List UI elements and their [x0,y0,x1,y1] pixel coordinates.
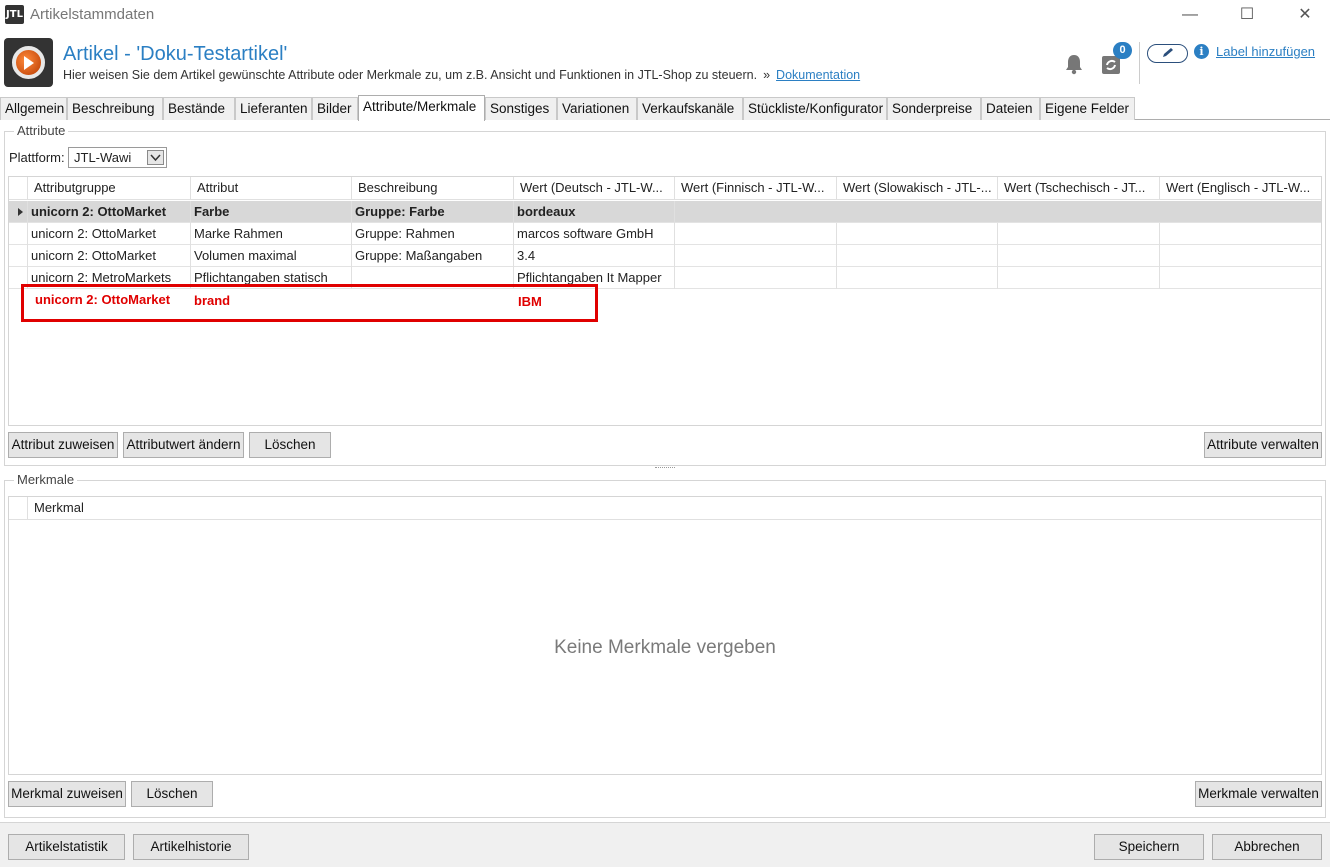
sync-count-badge: 0 [1113,42,1132,59]
highlight-wert: IBM [518,294,542,309]
column-header-wert-finnisch[interactable]: Wert (Finnisch - JTL-W... [675,177,837,199]
pencil-icon [1163,48,1173,57]
chevron-down-icon [150,154,161,162]
maximize-button[interactable]: ☐ [1232,4,1262,26]
cell-beschreibung: Gruppe: Farbe [352,201,514,223]
page-title: Artikel - 'Doku-Testartikel' [63,43,288,65]
table-row[interactable]: unicorn 2: OttoMarket Marke Rahmen Grupp… [9,223,1321,245]
tab-attribute-merkmale[interactable]: Attribute/Merkmale [358,95,485,121]
minimize-button[interactable]: — [1175,4,1205,26]
attribute-group-label: Attribute [14,123,69,138]
assign-merkmal-button[interactable]: Merkmal zuweisen [8,781,126,807]
tab-sonstiges[interactable]: Sonstiges [485,97,557,120]
tab-allgemein[interactable]: Allgemein [0,97,67,120]
tab-bilder[interactable]: Bilder [312,97,358,120]
row-indicator [9,245,28,267]
plattform-value: JTL-Wawi [74,150,132,165]
cell-attribut: Volumen maximal [191,245,352,267]
title-bar: JTL Artikelstammdaten — ☐ ✕ [0,0,1330,30]
cell-wert-finnisch [675,267,837,289]
plattform-label: Plattform: [9,150,65,165]
manage-merkmale-button[interactable]: Merkmale verwalten [1195,781,1322,807]
documentation-link[interactable]: Dokumentation [776,68,860,82]
tab-sonderpreise[interactable]: Sonderpreise [887,97,981,120]
cell-wert-tschechisch [998,267,1160,289]
table-row[interactable]: unicorn 2: OttoMarket Volumen maximal Gr… [9,245,1321,267]
cell-attributgruppe: unicorn 2: OttoMarket [28,223,191,245]
column-header-beschreibung[interactable]: Beschreibung [352,177,514,199]
highlight-attribut: brand [194,293,231,308]
row-indicator-header [9,177,28,199]
table-row[interactable]: unicorn 2: OttoMarket Farbe Gruppe: Farb… [9,201,1321,223]
panel-splitter[interactable] [655,467,675,470]
cell-wert-tschechisch [998,223,1160,245]
delete-merkmal-button[interactable]: Löschen [131,781,213,807]
tab-beschreibung[interactable]: Beschreibung [67,97,163,120]
cell-wert-deutsch: bordeaux [514,201,675,223]
close-button[interactable]: ✕ [1290,4,1320,26]
cell-wert-slowakisch [837,267,998,289]
article-statistics-button[interactable]: Artikelstatistik [8,834,125,860]
column-header-wert-deutsch[interactable]: Wert (Deutsch - JTL-W... [514,177,675,199]
cell-wert-slowakisch [837,223,998,245]
cell-wert-slowakisch [837,245,998,267]
column-header-attributgruppe[interactable]: Attributgruppe [28,177,191,199]
header-divider [1139,42,1140,84]
column-header-wert-slowakisch[interactable]: Wert (Slowakisch - JTL-... [837,177,998,199]
tab-bar: Allgemein Beschreibung Bestände Lieferan… [0,95,1330,121]
cell-beschreibung: Gruppe: Rahmen [352,223,514,245]
delete-attribute-button[interactable]: Löschen [249,432,331,458]
tab-eigene-felder[interactable]: Eigene Felder [1040,97,1135,120]
cell-beschreibung: Gruppe: Maßangaben [352,245,514,267]
add-label-link[interactable]: Label hinzufügen [1216,44,1315,59]
current-row-arrow-icon [18,208,23,216]
column-header-attribut[interactable]: Attribut [191,177,352,199]
tab-variationen[interactable]: Variationen [557,97,637,120]
column-header-wert-tschechisch[interactable]: Wert (Tschechisch - JT... [998,177,1160,199]
article-history-button[interactable]: Artikelhistorie [133,834,249,860]
cell-attributgruppe: unicorn 2: OttoMarket [28,245,191,267]
tab-dateien[interactable]: Dateien [981,97,1040,120]
page-subtitle: Hier weisen Sie dem Artikel gewünschte A… [63,68,860,82]
merkmale-grid-header: Merkmal [9,497,1321,520]
row-indicator [9,201,28,223]
cancel-button[interactable]: Abbrechen [1212,834,1322,860]
column-header-wert-englisch[interactable]: Wert (Englisch - JTL-W... [1160,177,1321,199]
notification-bell-icon[interactable] [1063,53,1085,75]
cell-wert-deutsch: marcos software GmbH [514,223,675,245]
tab-bestaende[interactable]: Bestände [163,97,235,120]
cell-attributgruppe: unicorn 2: OttoMarket [28,201,191,223]
tab-lieferanten[interactable]: Lieferanten [235,97,312,120]
cell-wert-deutsch: 3.4 [514,245,675,267]
cell-wert-tschechisch [998,245,1160,267]
tab-stueckliste-konfigurator[interactable]: Stückliste/Konfigurator [743,97,887,120]
assign-attribute-button[interactable]: Attribut zuweisen [8,432,118,458]
attribute-grid-header: Attributgruppe Attribut Beschreibung Wer… [9,177,1321,200]
edit-label-button[interactable] [1147,44,1188,63]
column-header-merkmal[interactable]: Merkmal [28,497,1321,519]
plattform-dropdown-button[interactable] [147,150,164,165]
save-button[interactable]: Speichern [1094,834,1204,860]
cell-wert-finnisch [675,223,837,245]
page-header: Artikel - 'Doku-Testartikel' Hier weisen… [0,30,1330,94]
cell-attribut: Marke Rahmen [191,223,352,245]
product-icon [4,38,53,87]
empty-state-text: Keine Merkmale vergeben [554,637,776,658]
plattform-select[interactable]: JTL-Wawi [68,147,167,168]
info-icon: i [1194,44,1209,59]
subtitle-separator: » [763,68,771,82]
cell-attribut: Farbe [191,201,352,223]
tab-verkaufskanaele[interactable]: Verkaufskanäle [637,97,743,120]
row-indicator [9,223,28,245]
manage-attributes-button[interactable]: Attribute verwalten [1204,432,1322,458]
jtl-logo-icon: JTL [5,5,24,24]
merkmale-group-label: Merkmale [14,472,78,487]
subtitle-text: Hier weisen Sie dem Artikel gewünschte A… [63,68,758,82]
row-indicator-header [9,497,28,519]
change-attribute-value-button[interactable]: Attributwert ändern [123,432,244,458]
highlight-attributgruppe: unicorn 2: OttoMarket [35,292,171,307]
window-title: Artikelstammdaten [30,6,155,23]
merkmale-grid[interactable]: Merkmal Keine Merkmale vergeben [8,496,1322,775]
cell-wert-finnisch [675,245,837,267]
